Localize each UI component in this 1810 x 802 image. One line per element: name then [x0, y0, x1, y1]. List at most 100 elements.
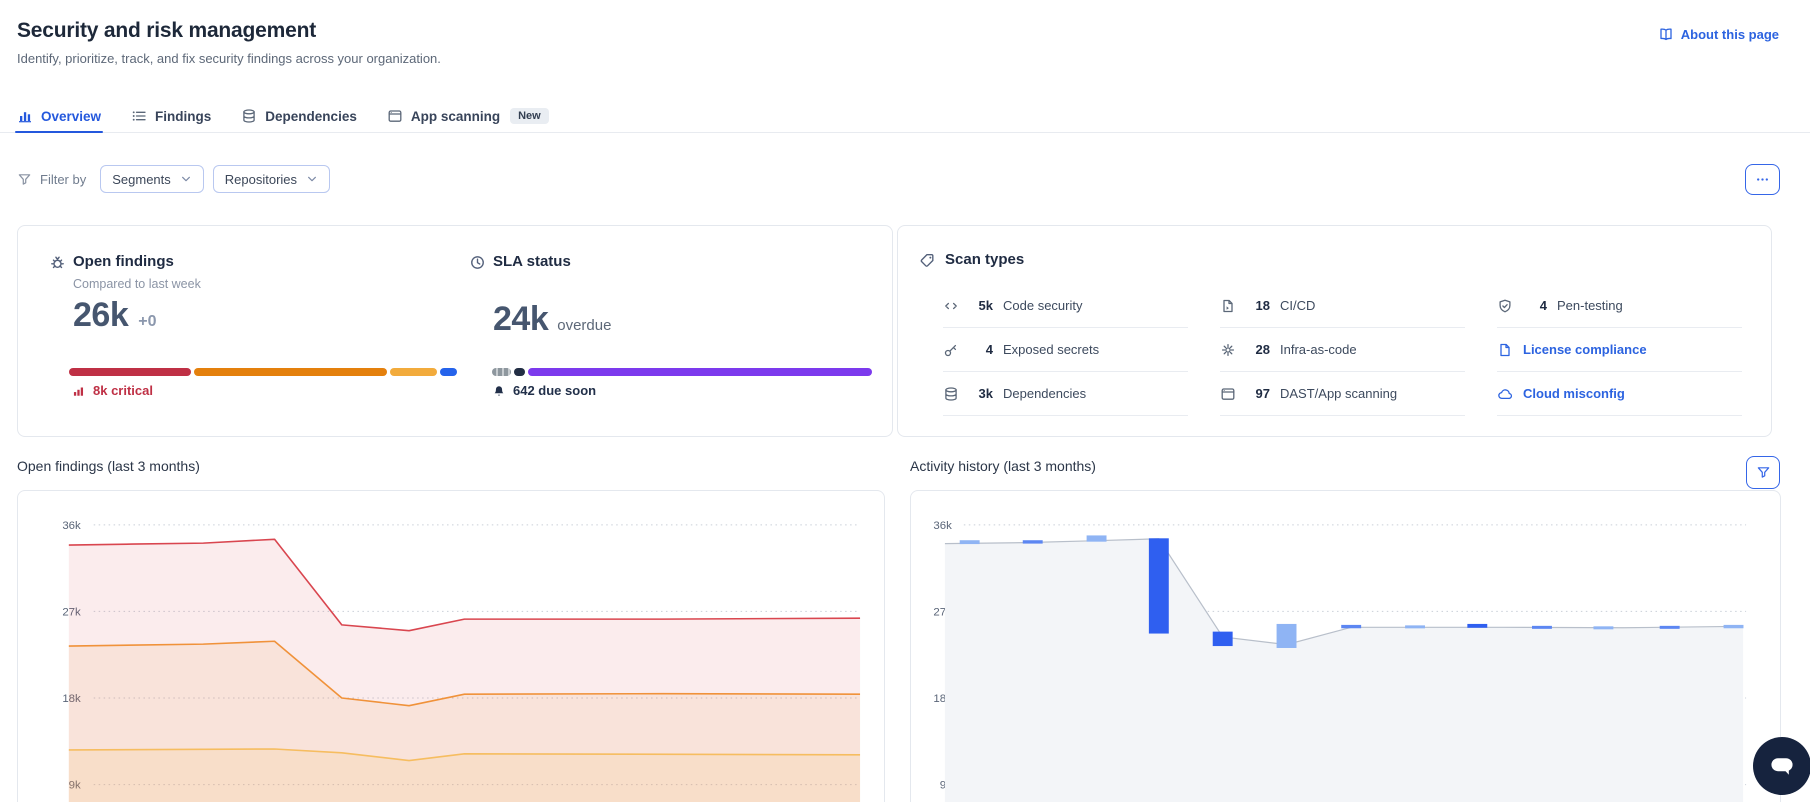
on-track-segment — [492, 368, 511, 376]
browser-icon — [1220, 386, 1236, 402]
open-findings-delta: +0 — [138, 313, 157, 330]
scan-type-ci-cd: 18 CI/CD — [1220, 284, 1465, 328]
scan-type-cloud-misconfig[interactable]: Cloud misconfig — [1497, 372, 1742, 416]
signal-bars-icon — [72, 384, 86, 398]
browser-icon — [387, 108, 403, 124]
filter-bar: Filter by Segments Repositories — [17, 163, 339, 195]
scan-type-label: Dependencies — [1003, 386, 1087, 401]
clock-icon — [469, 254, 486, 271]
scan-type-count: 4 — [1539, 298, 1547, 313]
open-findings-chart-title: Open findings (last 3 months) — [17, 458, 200, 474]
chat-launcher-button[interactable] — [1753, 737, 1810, 795]
security-dashboard-page: Security and risk management About this … — [0, 0, 1810, 802]
scan-type-label: License compliance — [1523, 342, 1647, 357]
segments-dropdown[interactable]: Segments — [100, 165, 204, 193]
due-soon-count: 642 due soon — [492, 383, 596, 398]
open-findings-value: 26k +0 — [73, 296, 157, 334]
sla-overdue-value: 24k overdue — [493, 300, 612, 338]
bar-chart-icon — [17, 108, 33, 124]
database-icon — [241, 108, 257, 124]
scan-type-code-security: 5k Code security — [943, 284, 1188, 328]
new-badge: New — [510, 108, 549, 124]
sla-progress-bar — [492, 368, 872, 376]
database-icon — [943, 386, 959, 402]
funnel-icon — [1756, 465, 1771, 480]
scan-type-label: Cloud misconfig — [1523, 386, 1625, 401]
funnel-icon — [17, 172, 32, 187]
repositories-dropdown[interactable]: Repositories — [212, 165, 331, 193]
page-subtitle: Identify, prioritize, track, and fix sec… — [17, 51, 441, 66]
more-options-button[interactable] — [1745, 164, 1780, 195]
scan-type-dast-app-scanning: 97 DAST/App scanning — [1220, 372, 1465, 416]
about-this-page-link[interactable]: About this page — [1658, 26, 1779, 42]
scan-type-infra-as-code: 28 Infra-as-code — [1220, 328, 1465, 372]
overdue-segment — [527, 368, 872, 376]
tab-findings[interactable]: Findings — [131, 100, 211, 132]
open-findings-subtitle: Compared to last week — [73, 277, 201, 291]
scan-type-count: 97 — [1255, 386, 1270, 401]
scan-type-pen-testing: 4 Pen-testing — [1497, 284, 1742, 328]
file-icon — [1497, 342, 1513, 358]
cloud-icon — [1497, 386, 1513, 402]
scan-type-label: DAST/App scanning — [1280, 386, 1398, 401]
tab-bar: Overview Findings Dependencies App scanning… — [0, 100, 1810, 133]
low-segment — [439, 368, 458, 376]
svg-text:36k: 36k — [933, 520, 952, 532]
sla-overdue-label: overdue — [557, 317, 612, 334]
bug-icon — [49, 254, 66, 271]
scan-types-title: Scan types — [945, 251, 1025, 268]
tab-label: Overview — [41, 108, 102, 124]
book-icon — [1658, 26, 1674, 42]
scan-type-count: 4 — [985, 342, 993, 357]
filter-by-label: Filter by — [40, 171, 87, 187]
scan-type-exposed-secrets: 4 Exposed secrets — [943, 328, 1188, 372]
severity-distribution-bar — [69, 368, 458, 376]
scan-type-count: 28 — [1255, 342, 1270, 357]
svg-text:36k: 36k — [62, 520, 81, 532]
medium-segment — [390, 368, 437, 376]
tab-label: Findings — [155, 108, 212, 124]
shield-check-icon — [1497, 298, 1513, 314]
scan-type-label: CI/CD — [1280, 298, 1316, 313]
tag-icon — [919, 252, 936, 269]
critical-segment — [69, 368, 191, 376]
near-breach-segment — [513, 368, 525, 376]
open-findings-chart: 36k27k18k9k — [17, 490, 885, 802]
scan-type-count: 5k — [978, 298, 993, 313]
scan-type-label: Exposed secrets — [1003, 342, 1100, 357]
scan-type-label: Infra-as-code — [1280, 342, 1357, 357]
code-icon — [943, 298, 959, 314]
scan-type-license-compliance[interactable]: License compliance — [1497, 328, 1742, 372]
gear-icon — [1220, 342, 1236, 358]
tab-app-scanning[interactable]: App scanning New — [387, 100, 549, 132]
scan-type-label: Code security — [1003, 298, 1083, 313]
scan-types-grid: 5k Code security 18 CI/CD 4 Pen-testing 4 Expos… — [943, 284, 1742, 416]
dropdown-label: Segments — [112, 171, 171, 187]
ellipsis-icon — [1755, 172, 1770, 187]
metrics-card: Open findings Compared to last week 26k +… — [17, 225, 893, 437]
sla-status-title: SLA status — [493, 253, 571, 270]
activity-history-chart-title: Activity history (last 3 months) — [910, 458, 1096, 474]
activity-chart-filter-button[interactable] — [1746, 456, 1780, 489]
tab-dependencies[interactable]: Dependencies — [241, 100, 357, 132]
activity-history-chart: 36k27k18k9k — [910, 490, 1781, 802]
tab-overview[interactable]: Overview — [14, 100, 104, 133]
about-this-page-label: About this page — [1680, 26, 1779, 42]
pipeline-file-icon — [1220, 298, 1236, 314]
scan-type-label: Pen-testing — [1557, 298, 1623, 313]
list-icon — [131, 108, 147, 124]
scan-type-count: 3k — [978, 386, 993, 401]
key-icon — [943, 342, 959, 358]
scan-types-card: Scan types 5k Code security 18 CI/CD 4 Pen-te… — [897, 225, 1772, 437]
high-segment — [193, 368, 388, 376]
chat-bubble-icon — [1769, 753, 1795, 779]
tab-label: Dependencies — [265, 108, 357, 124]
open-findings-title: Open findings — [73, 253, 174, 270]
chevron-down-icon — [180, 173, 192, 185]
bell-icon — [492, 384, 506, 398]
scan-type-count: 18 — [1255, 298, 1270, 313]
chevron-down-icon — [306, 173, 318, 185]
tab-label: App scanning — [410, 108, 501, 124]
dropdown-label: Repositories — [224, 171, 298, 187]
page-title: Security and risk management — [17, 19, 317, 42]
